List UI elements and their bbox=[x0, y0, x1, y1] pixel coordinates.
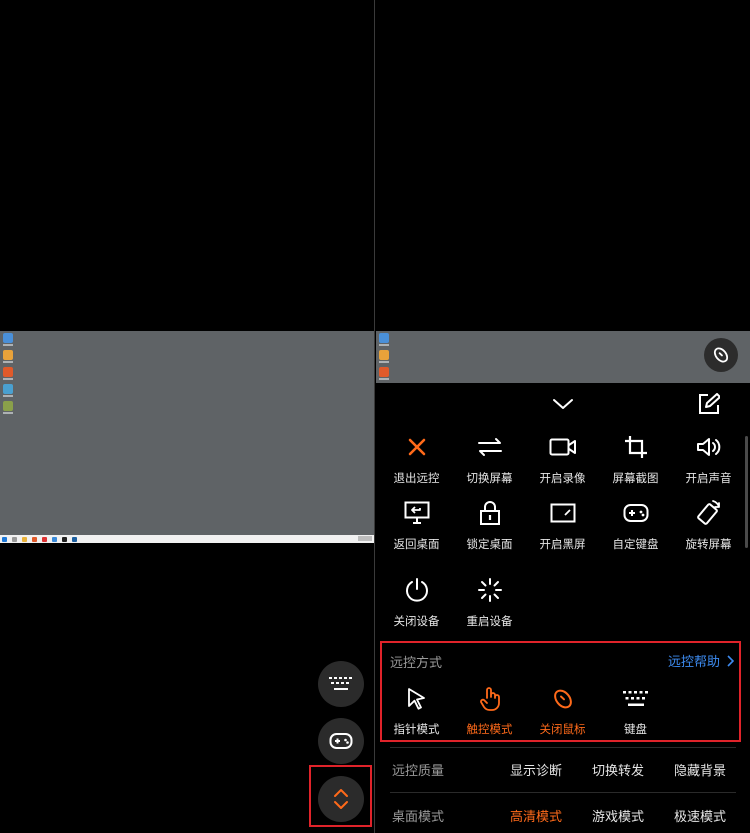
desktop-icon-column bbox=[378, 333, 390, 380]
desktop-icon[interactable] bbox=[378, 333, 390, 346]
toolbar-item-label: 自定键盘 bbox=[612, 537, 659, 551]
toolbar-item-label: 旋转屏幕 bbox=[685, 537, 732, 551]
expand-toolbar-button[interactable] bbox=[318, 776, 364, 822]
desktop-icon-column bbox=[2, 333, 14, 414]
touch-icon bbox=[479, 687, 500, 711]
gamepad-icon bbox=[329, 733, 353, 749]
mouse-mode-button[interactable] bbox=[704, 338, 738, 372]
chevron-down-icon bbox=[553, 399, 573, 409]
touch-mode-button[interactable]: 触控模式 bbox=[453, 683, 526, 739]
left-remote-view bbox=[0, 0, 375, 833]
speed-mode-option[interactable]: 极速模式 bbox=[674, 806, 726, 825]
enable-sound-button[interactable]: 开启声音 bbox=[672, 431, 745, 501]
remote-help-label: 远控帮助 bbox=[667, 655, 720, 670]
disable-mouse-button[interactable]: 关闭鼠标 bbox=[526, 683, 599, 739]
exit-remote-button[interactable]: 退出远控 bbox=[380, 431, 453, 501]
edit-icon bbox=[699, 393, 720, 414]
toolbar-item-label: 返回桌面 bbox=[393, 537, 440, 551]
rotate-screen-button[interactable]: 旋转屏幕 bbox=[672, 497, 745, 567]
remote-desktop-preview[interactable] bbox=[376, 331, 750, 383]
toolbar-item-label: 切换屏幕 bbox=[466, 471, 513, 485]
black-screen-button[interactable]: 开启黑屏 bbox=[526, 497, 599, 567]
crop-icon bbox=[624, 436, 647, 458]
keyboard-mode-button[interactable]: 键盘 bbox=[599, 683, 672, 739]
panel-scrollbar[interactable] bbox=[745, 436, 748, 548]
control-mode-title: 远控方式 bbox=[390, 656, 443, 671]
control-mode-label: 关闭鼠标 bbox=[539, 722, 586, 736]
toolbar-row: 退出远控 切换屏幕 开启录像 屏幕截图 开启声音 bbox=[380, 431, 746, 501]
toolbar-item-label: 锁定桌面 bbox=[466, 537, 513, 551]
desktop-icon[interactable] bbox=[378, 350, 390, 363]
control-mode-options: 指针模式 触控模式 关闭鼠标 键盘 bbox=[380, 683, 746, 739]
edit-toolbar-button[interactable] bbox=[696, 391, 722, 417]
screenshot-button[interactable]: 屏幕截图 bbox=[599, 431, 672, 501]
control-mode-label: 触控模式 bbox=[466, 722, 513, 736]
custom-keyboard-button[interactable]: 自定键盘 bbox=[599, 497, 672, 567]
desktop-mode-row: 桌面模式 高清模式 游戏模式 极速模式 bbox=[376, 793, 750, 833]
toolbar-row: 关闭设备 重启设备 bbox=[380, 574, 746, 644]
remote-desktop-preview[interactable] bbox=[0, 331, 374, 543]
lock-desktop-button[interactable]: 锁定桌面 bbox=[453, 497, 526, 567]
toolbar-item-label: 关闭设备 bbox=[393, 614, 440, 628]
keyboard-icon bbox=[329, 677, 352, 690]
remote-taskbar bbox=[0, 535, 374, 543]
lock-icon bbox=[479, 501, 500, 525]
desktop-icon[interactable] bbox=[2, 401, 14, 414]
close-icon bbox=[408, 438, 425, 456]
monitor-return-icon bbox=[404, 501, 429, 524]
switch-screen-button[interactable]: 切换屏幕 bbox=[453, 431, 526, 501]
toolbar-item-label: 重启设备 bbox=[466, 614, 513, 628]
hd-mode-option[interactable]: 高清模式 bbox=[510, 806, 562, 825]
toolbar-item-label: 屏幕截图 bbox=[612, 471, 659, 485]
black-screen-icon bbox=[550, 503, 575, 523]
video-camera-icon bbox=[549, 438, 576, 456]
control-mode-label: 键盘 bbox=[624, 722, 647, 736]
shutdown-device-button[interactable]: 关闭设备 bbox=[380, 574, 453, 644]
chevron-right-icon bbox=[727, 654, 734, 667]
expand-collapse-icon bbox=[334, 789, 348, 809]
toolbar-item-label: 开启黑屏 bbox=[539, 537, 586, 551]
remote-help-link[interactable]: 远控帮助 bbox=[668, 651, 734, 670]
collapse-panel-button[interactable] bbox=[550, 391, 576, 417]
gamepad-fab-button[interactable] bbox=[318, 718, 364, 764]
gamepad-icon bbox=[623, 504, 648, 522]
mouse-off-icon bbox=[713, 347, 729, 363]
game-mode-option[interactable]: 游戏模式 bbox=[592, 806, 644, 825]
panel-header bbox=[376, 383, 750, 423]
remote-quality-row: 远控质量 显示诊断 切换转发 隐藏背景 bbox=[376, 747, 750, 791]
rotate-icon bbox=[696, 500, 720, 525]
toolbar-item-label: 开启录像 bbox=[539, 471, 586, 485]
control-mode-label: 指针模式 bbox=[393, 722, 440, 736]
desktop-icon[interactable] bbox=[2, 384, 14, 397]
restart-icon bbox=[477, 578, 502, 602]
toolbar-item-label: 退出远控 bbox=[393, 471, 440, 485]
desktop-icon[interactable] bbox=[2, 333, 14, 346]
toolbar-row: 返回桌面 锁定桌面 开启黑屏 自定键盘 旋转屏幕 bbox=[380, 497, 746, 567]
right-remote-view: 退出远控 切换屏幕 开启录像 屏幕截图 开启声音 返回桌面 锁定桌面 开启黑屏 … bbox=[376, 0, 750, 833]
desktop-icon[interactable] bbox=[2, 367, 14, 380]
quality-title: 远控质量 bbox=[392, 763, 445, 779]
return-desktop-button[interactable]: 返回桌面 bbox=[380, 497, 453, 567]
keyboard-fab-button[interactable] bbox=[318, 661, 364, 707]
restart-device-button[interactable]: 重启设备 bbox=[453, 574, 526, 644]
speaker-icon bbox=[696, 438, 720, 456]
desktop-icon[interactable] bbox=[2, 350, 14, 363]
start-recording-button[interactable]: 开启录像 bbox=[526, 431, 599, 501]
mouse-icon bbox=[553, 689, 572, 709]
swap-icon bbox=[477, 438, 502, 456]
desktop-mode-title: 桌面模式 bbox=[392, 809, 445, 825]
pointer-icon bbox=[407, 688, 425, 710]
hide-background-option[interactable]: 隐藏背景 bbox=[674, 760, 726, 779]
keyboard-icon bbox=[622, 691, 648, 706]
toolbar-item-label: 开启声音 bbox=[685, 471, 732, 485]
remote-toolbar-panel: 退出远控 切换屏幕 开启录像 屏幕截图 开启声音 返回桌面 锁定桌面 开启黑屏 … bbox=[376, 383, 750, 833]
switch-relay-option[interactable]: 切换转发 bbox=[592, 760, 644, 779]
pointer-mode-button[interactable]: 指针模式 bbox=[380, 683, 453, 739]
desktop-icon[interactable] bbox=[378, 367, 390, 380]
show-diagnostics-option[interactable]: 显示诊断 bbox=[510, 760, 562, 779]
power-icon bbox=[405, 578, 428, 602]
